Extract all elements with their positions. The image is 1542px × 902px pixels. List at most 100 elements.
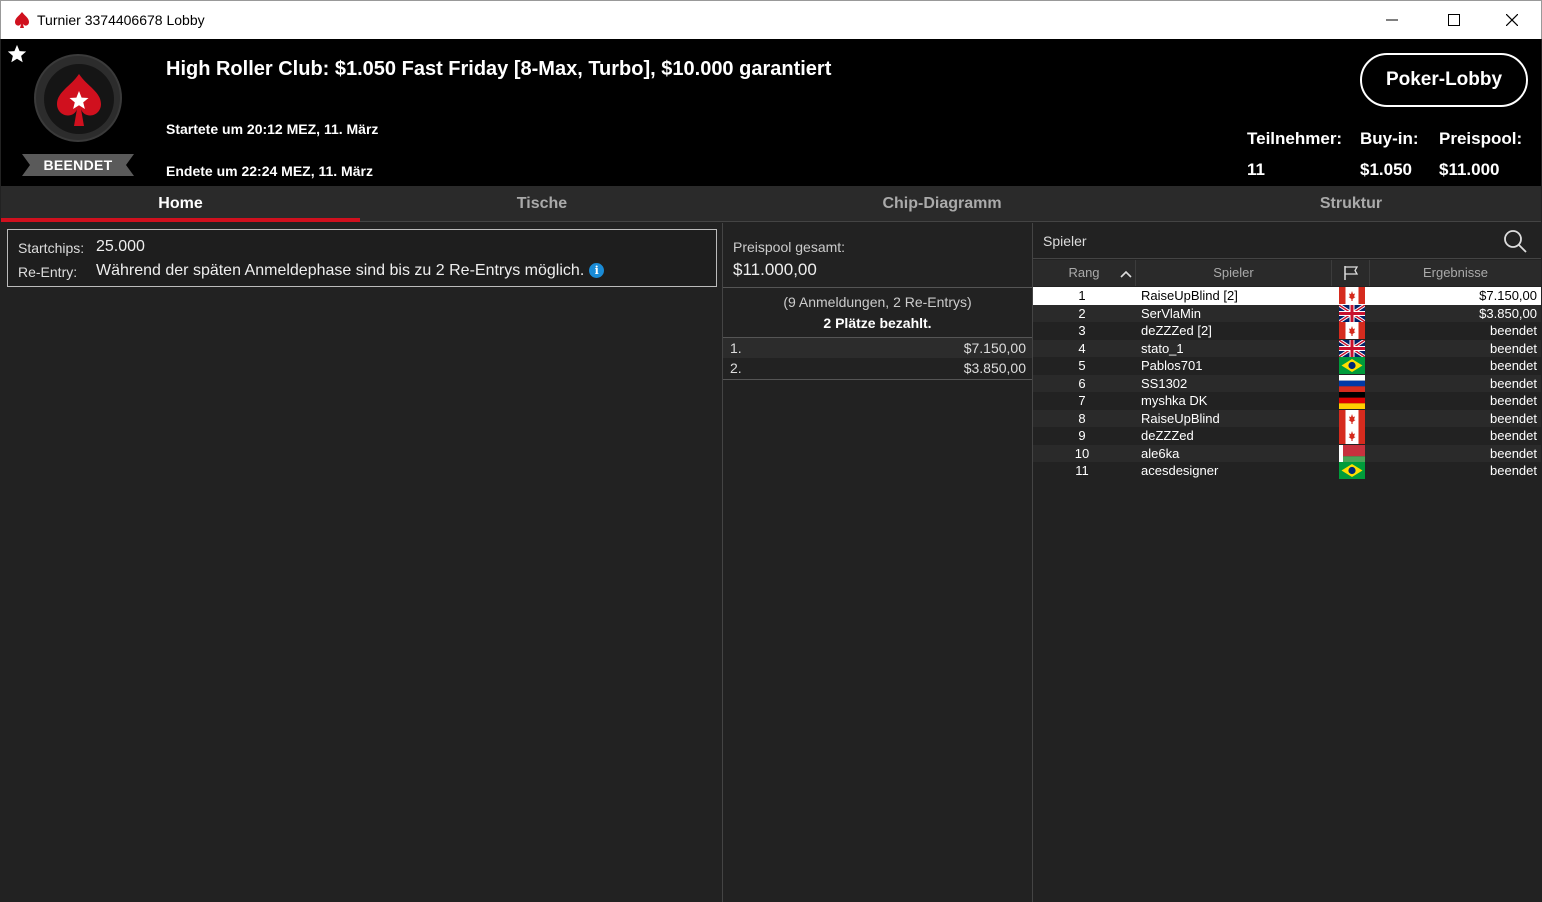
status-text: BEENDET (43, 157, 113, 173)
player-row[interactable]: 9 deZZZed beendet (1033, 427, 1541, 445)
tab-chip-diagramm[interactable]: Chip-Diagramm (723, 186, 1161, 222)
players-panel: Spieler Rang Spieler Ergebnisse 1 RaiseUp… (1033, 223, 1541, 902)
country-flag-icon (1339, 339, 1365, 357)
tab-home[interactable]: Home (1, 186, 360, 222)
end-time: Endete um 22:24 MEZ, 11. März (166, 163, 373, 179)
startchips-label: Startchips: (18, 240, 85, 256)
player-rank: 6 (1078, 375, 1086, 391)
player-result: $7.150,00 (1479, 288, 1537, 303)
player-name: acesdesigner (1141, 463, 1219, 478)
player-name: SS1302 (1141, 375, 1188, 391)
player-rank: 9 (1078, 428, 1086, 443)
country-flag-icon (1339, 374, 1365, 392)
player-result: beendet (1490, 323, 1537, 338)
participants-value: 11 (1247, 160, 1265, 179)
player-result: beendet (1490, 463, 1537, 478)
player-result: beendet (1490, 428, 1537, 443)
tab-tische[interactable]: Tische (363, 186, 721, 222)
tournament-title: High Roller Club: $1.050 Fast Friday [8-… (166, 58, 832, 80)
column-header-country[interactable] (1332, 260, 1370, 286)
close-icon (1506, 14, 1518, 26)
player-name: RaiseUpBlind (1141, 410, 1220, 426)
country-flag-icon (1339, 322, 1365, 339)
player-name: deZZZed [2] (1141, 323, 1212, 338)
player-rank: 4 (1078, 340, 1086, 356)
home-info-panel: Startchips: 25.000 Re-Entry: Während der… (1, 223, 722, 902)
tab-bar: Home Tische Chip-Diagramm Struktur (1, 186, 1541, 222)
column-header-rank[interactable]: Rang (1033, 260, 1136, 286)
player-rank: 11 (1075, 463, 1089, 478)
player-name: ale6ka (1141, 445, 1180, 461)
country-flag-icon (1339, 462, 1365, 479)
reentry-row: Während der späten Anmeldephase sind bis… (96, 262, 605, 280)
rank-header-label: Rang (1068, 265, 1100, 280)
column-header-result[interactable]: Ergebnisse (1370, 260, 1541, 286)
prizepool-value: $11.000 (1439, 160, 1500, 179)
close-button[interactable] (1489, 1, 1535, 39)
startchips-value: 25.000 (96, 238, 145, 255)
player-result: beendet (1490, 340, 1537, 356)
player-name: RaiseUpBlind [2] (1141, 288, 1238, 303)
player-row[interactable]: 5 Pablos701 beendet (1033, 357, 1541, 375)
player-row[interactable]: 2 SerVlaMin $3.850,00 (1033, 304, 1541, 322)
maximize-icon (1448, 14, 1460, 26)
country-flag-icon (1339, 304, 1365, 322)
payout-amount: $3.850,00 (963, 360, 1026, 376)
country-flag-icon (1339, 357, 1365, 374)
player-row[interactable]: 8 RaiseUpBlind beendet (1033, 409, 1541, 427)
minimize-icon (1386, 19, 1398, 21)
tab-struktur[interactable]: Struktur (1161, 186, 1541, 222)
payout-position: 2. (730, 360, 742, 376)
tournament-header: BEENDET High Roller Club: $1.050 Fast Fr… (1, 39, 1541, 186)
player-name: stato_1 (1141, 340, 1184, 356)
payout-amount: $7.150,00 (963, 340, 1026, 356)
player-row[interactable]: 7 myshka DK beendet (1033, 392, 1541, 410)
player-row[interactable]: 11 acesdesigner beendet (1033, 462, 1541, 480)
registrations-text: (9 Anmeldungen, 2 Re-Entrys) (783, 294, 972, 310)
maximize-button[interactable] (1431, 1, 1477, 39)
player-search-bar[interactable]: Spieler (1033, 223, 1541, 259)
buyin-label: Buy-in: (1360, 129, 1419, 148)
country-flag-icon (1339, 392, 1365, 409)
country-flag-icon (1339, 444, 1365, 462)
player-rank: 8 (1078, 410, 1086, 426)
player-name: Pablos701 (1141, 358, 1203, 373)
player-search-label: Spieler (1043, 233, 1087, 249)
player-row[interactable]: 4 stato_1 beendet (1033, 339, 1541, 357)
player-row[interactable]: 6 SS1302 beendet (1033, 374, 1541, 392)
favorite-star-icon[interactable] (6, 43, 28, 65)
country-flag-icon (1339, 427, 1365, 444)
country-flag-icon (1339, 409, 1365, 427)
player-rank: 5 (1078, 358, 1086, 373)
player-result: beendet (1490, 358, 1537, 373)
player-rank: 1 (1078, 288, 1086, 303)
player-rank: 2 (1078, 305, 1086, 321)
player-name: myshka DK (1141, 393, 1208, 408)
reentry-value: Während der späten Anmeldephase sind bis… (96, 262, 585, 279)
column-header-player[interactable]: Spieler (1136, 260, 1332, 286)
player-row[interactable]: 1 RaiseUpBlind [2] $7.150,00 (1033, 287, 1541, 305)
poker-lobby-button[interactable]: Poker-Lobby (1360, 53, 1528, 107)
prizepool-total-value: $11.000,00 (733, 260, 817, 279)
player-row[interactable]: 3 deZZZed [2] beendet (1033, 322, 1541, 340)
player-result: beendet (1490, 410, 1537, 426)
player-name: SerVlaMin (1141, 305, 1201, 321)
status-badge: BEENDET (22, 154, 134, 176)
minimize-button[interactable] (1369, 1, 1415, 39)
player-row[interactable]: 10 ale6ka beendet (1033, 444, 1541, 462)
prizepool-label: Preispool: (1439, 129, 1523, 148)
player-result: beendet (1490, 445, 1537, 461)
payout-row: 2. $3.850,00 (723, 358, 1032, 378)
player-name: deZZZed (1141, 428, 1194, 443)
reentry-label: Re-Entry: (18, 264, 78, 280)
buyin-value: $1.050 (1360, 160, 1412, 179)
info-icon[interactable]: i (589, 263, 605, 278)
pokerstars-app-icon (15, 12, 29, 28)
search-icon[interactable] (1503, 229, 1527, 253)
payout-row: 1. $7.150,00 (723, 338, 1032, 358)
start-time: Startete um 20:12 MEZ, 11. März (166, 121, 379, 137)
flag-icon (1343, 266, 1358, 280)
window-title: Turnier 3374406678 Lobby (37, 12, 205, 28)
player-rank: 7 (1078, 393, 1086, 408)
player-rank: 3 (1078, 323, 1086, 338)
